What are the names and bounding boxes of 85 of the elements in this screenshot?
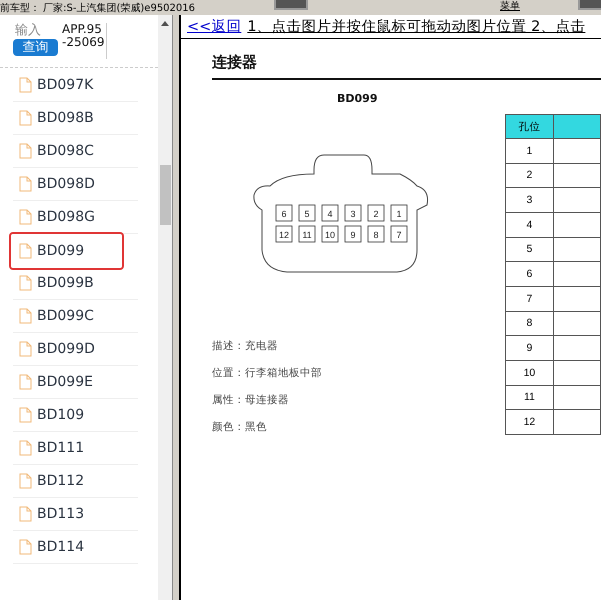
- menu-link[interactable]: 菜单: [500, 1, 520, 13]
- pin-number: 12: [279, 230, 289, 240]
- vehicle-info: 前车型： 厂家:S-上汽集团(荣威)e9502016: [0, 2, 195, 14]
- scroll-thumb[interactable]: [160, 165, 171, 225]
- pin-number: 4: [328, 209, 332, 219]
- file-icon: [19, 506, 32, 522]
- file-icon: [19, 110, 32, 126]
- pin-number: 10: [325, 230, 335, 240]
- pin-number: 9: [350, 230, 356, 240]
- table-cell: 3: [505, 188, 554, 212]
- connector-list-item[interactable]: BD112: [13, 465, 138, 498]
- connector-list-item[interactable]: BD109: [13, 399, 138, 432]
- connector-list-item[interactable]: BD098C: [13, 135, 138, 168]
- item-label: BD098G: [37, 209, 95, 225]
- file-icon: [19, 374, 32, 390]
- pin-number: 1: [396, 209, 402, 219]
- item-label: BD098D: [37, 176, 95, 192]
- table-cell: 1: [505, 138, 554, 164]
- file-icon: [19, 209, 32, 225]
- pin-number: 7: [396, 230, 402, 240]
- connector-property: 属性：母连接器: [212, 393, 290, 408]
- column-header: 孔位: [505, 114, 554, 138]
- connector-list-item[interactable]: BD099B: [13, 267, 138, 300]
- back-link[interactable]: <<返回: [187, 17, 242, 36]
- connector-list-item[interactable]: BD098G: [13, 201, 138, 234]
- item-label: BD099E: [37, 374, 93, 390]
- table-cell: 11: [505, 385, 554, 410]
- item-label: BD114: [37, 539, 84, 555]
- file-icon: [19, 143, 32, 159]
- connector-property: 位置：行李箱地板中部: [212, 366, 323, 381]
- item-label: BD113: [37, 506, 84, 522]
- connector-label: BD099: [337, 92, 378, 105]
- file-icon: [19, 242, 32, 258]
- pin-number: 6: [282, 209, 286, 219]
- table-cell: 8: [505, 311, 554, 336]
- instruction-text: 1、点击图片并按住鼠标可拖动动图片位置 2、点击: [247, 18, 586, 36]
- item-label: BD099B: [37, 275, 94, 291]
- file-icon: [19, 176, 32, 192]
- table-cell: 9: [505, 336, 554, 360]
- pin-number: 8: [374, 230, 378, 240]
- table-cell: 4: [505, 212, 554, 238]
- scrollbar[interactable]: [158, 15, 172, 600]
- connector-property: 颜色：黑色: [212, 420, 268, 435]
- file-icon: [19, 473, 32, 489]
- connector-list-item[interactable]: BD111: [13, 432, 138, 465]
- connector-list-item[interactable]: BD099E: [13, 366, 138, 399]
- connector-list-item[interactable]: BD098D: [13, 168, 138, 201]
- item-label: BD112: [37, 473, 84, 489]
- connector-property: 描述：充电器: [212, 339, 279, 354]
- document-title: 连接器: [212, 53, 258, 73]
- file-icon: [19, 407, 32, 423]
- search-button[interactable]: 查询: [13, 39, 58, 56]
- pin-number: 5: [304, 209, 310, 219]
- item-label: BD098C: [37, 143, 94, 159]
- table-cell: 5: [505, 237, 554, 262]
- file-icon: [19, 275, 32, 291]
- item-label: BD097K: [37, 77, 94, 93]
- toolbar-icon[interactable]: [274, 0, 308, 10]
- file-icon: [19, 341, 32, 357]
- item-label: BD111: [37, 440, 84, 456]
- item-label: BD099D: [37, 341, 95, 357]
- pin-number: 11: [302, 230, 312, 240]
- connector-list-item[interactable]: BD099: [10, 233, 123, 269]
- pin-number: 2: [374, 209, 378, 219]
- connector-list-item[interactable]: BD114: [13, 531, 138, 564]
- table-cell: 10: [505, 360, 554, 386]
- table-cell: 12: [505, 410, 554, 434]
- item-label: BD098B: [37, 110, 94, 126]
- connector-list-item[interactable]: BD113: [13, 498, 138, 531]
- item-label: BD099: [37, 242, 84, 258]
- file-icon: [19, 539, 32, 555]
- app-code: APP.95-25069: [62, 23, 107, 59]
- table-cell: 6: [505, 262, 554, 286]
- table-cell: 2: [505, 163, 554, 188]
- pin-number: 3: [350, 209, 356, 219]
- file-icon: [19, 440, 32, 456]
- item-label: BD099C: [37, 308, 94, 324]
- connector-list-item[interactable]: BD099D: [13, 333, 138, 366]
- table-cell: 7: [505, 286, 554, 312]
- file-icon: [19, 308, 32, 324]
- connector-list-item[interactable]: BD098B: [13, 102, 138, 135]
- item-label: BD109: [37, 407, 84, 423]
- file-icon: [19, 77, 32, 93]
- connector-list-item[interactable]: BD097K: [13, 69, 138, 102]
- connector-list-item[interactable]: BD099C: [13, 300, 138, 333]
